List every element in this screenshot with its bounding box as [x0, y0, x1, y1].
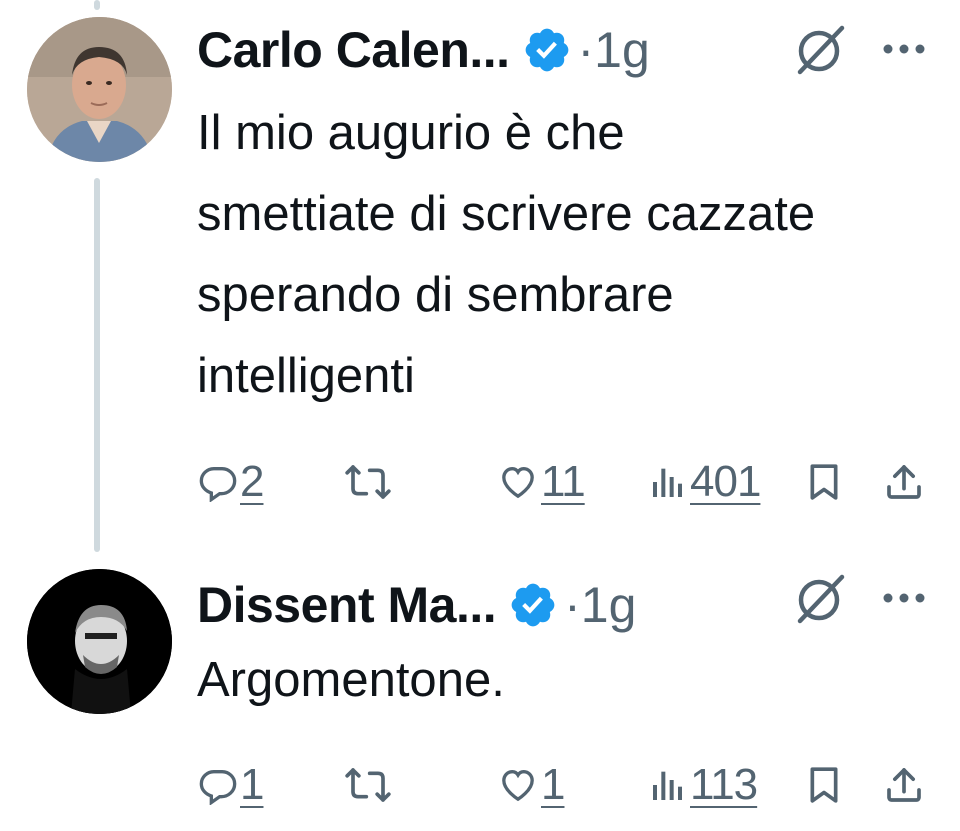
reply-icon: [198, 462, 238, 502]
tweet-header: Dissent Ma... ·1g: [197, 573, 636, 637]
retweet-icon: [344, 765, 392, 805]
like-count[interactable]: 1: [541, 760, 566, 810]
like-icon: [497, 765, 539, 805]
tweet-text: Il mio augurio è che smettiate di scrive…: [197, 106, 816, 403]
verified-badge-icon[interactable]: [522, 25, 572, 75]
bookmark-icon: [806, 462, 842, 502]
avatar[interactable]: [27, 569, 172, 714]
verified-badge-icon[interactable]: [508, 580, 558, 630]
tweet-actions: 2 11 401: [0, 452, 960, 512]
reply-button[interactable]: 1: [198, 755, 265, 815]
retweet-button[interactable]: [344, 452, 392, 512]
more-icon[interactable]: [882, 42, 926, 56]
bookmark-button[interactable]: [806, 755, 842, 815]
like-count[interactable]: 11: [541, 457, 586, 507]
like-button[interactable]: 11: [497, 452, 586, 512]
tweet-text: Argomentone.: [197, 653, 505, 707]
reply-icon: [198, 765, 238, 805]
views-button[interactable]: 113: [648, 755, 758, 815]
timeline: Carlo Calen... ·1g Il mio augurio è che …: [0, 0, 960, 831]
tweet-time[interactable]: ·1g: [564, 576, 636, 634]
tweet-header: Carlo Calen... ·1g: [197, 18, 650, 82]
grok-icon[interactable]: [792, 22, 848, 78]
views-count[interactable]: 401: [690, 457, 761, 507]
more-icon[interactable]: [882, 591, 926, 605]
views-button[interactable]: 401: [648, 452, 761, 512]
share-icon: [884, 765, 924, 805]
tweet-actions: 1 1 113: [0, 755, 960, 815]
bookmark-button[interactable]: [806, 452, 842, 512]
author-name[interactable]: Dissent Ma...: [197, 576, 497, 634]
thread-line-top: [94, 0, 100, 10]
grok-icon[interactable]: [792, 571, 848, 627]
share-button[interactable]: [884, 452, 924, 512]
views-icon: [648, 765, 688, 805]
reply-button[interactable]: 2: [198, 452, 265, 512]
views-count[interactable]: 113: [690, 760, 758, 810]
like-button[interactable]: 1: [497, 755, 566, 815]
bookmark-icon: [806, 765, 842, 805]
reply-count[interactable]: 2: [240, 457, 265, 507]
avatar[interactable]: [27, 17, 172, 162]
share-icon: [884, 462, 924, 502]
like-icon: [497, 462, 539, 502]
share-button[interactable]: [884, 755, 924, 815]
reply-count[interactable]: 1: [240, 760, 265, 810]
retweet-button[interactable]: [344, 755, 392, 815]
retweet-icon: [344, 462, 392, 502]
views-icon: [648, 462, 688, 502]
tweet-time[interactable]: ·1g: [578, 21, 650, 79]
author-name[interactable]: Carlo Calen...: [197, 21, 510, 79]
